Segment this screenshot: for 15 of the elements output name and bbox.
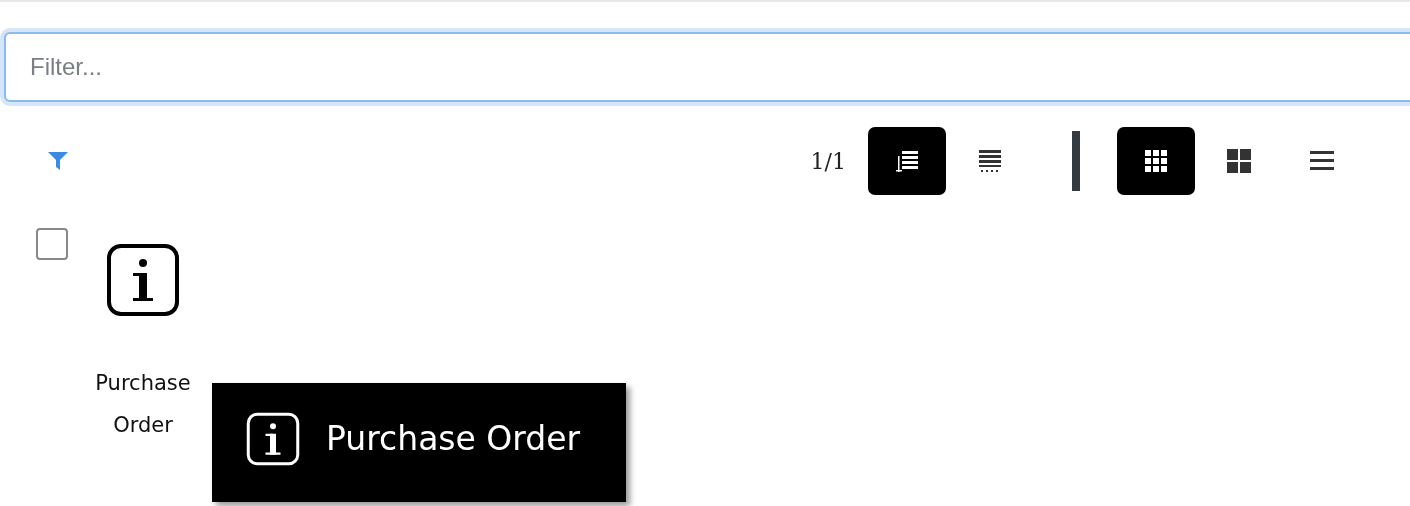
info-icon bbox=[246, 411, 300, 466]
separator-bar bbox=[1072, 131, 1080, 191]
grid-icon bbox=[1226, 148, 1252, 174]
sort-button[interactable] bbox=[868, 127, 946, 195]
info-icon bbox=[107, 244, 179, 316]
item-label[interactable]: Purchase Order bbox=[83, 362, 203, 446]
sort-list-icon bbox=[894, 148, 920, 174]
tooltip-text: Purchase Order bbox=[326, 419, 581, 458]
checkbox[interactable] bbox=[36, 228, 68, 260]
grid-icon bbox=[1143, 148, 1169, 174]
grid-view-button[interactable] bbox=[1117, 127, 1195, 195]
page-counter: 1/1 bbox=[810, 148, 846, 174]
list-icon bbox=[977, 148, 1003, 174]
filter-field[interactable]: Filter... bbox=[4, 32, 1410, 102]
filter-icon[interactable] bbox=[48, 152, 68, 170]
